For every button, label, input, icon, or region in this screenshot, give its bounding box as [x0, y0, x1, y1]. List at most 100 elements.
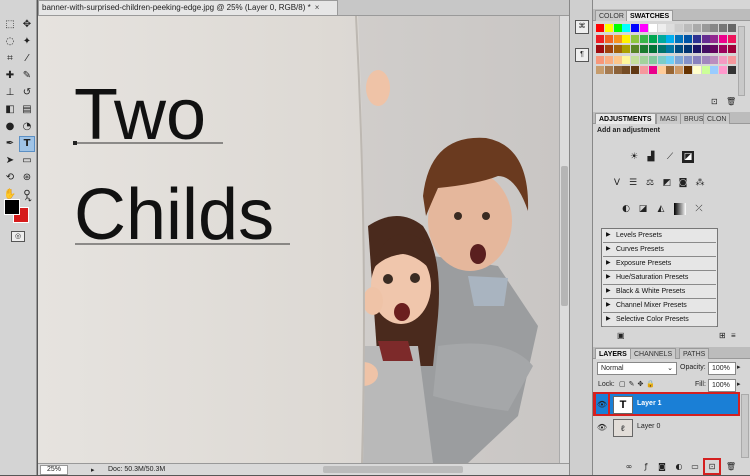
color-swatch[interactable]	[719, 24, 728, 32]
color-swatch[interactable]	[648, 55, 657, 64]
move-tool-icon[interactable]: ✥	[20, 18, 34, 32]
color-swatch[interactable]	[710, 34, 719, 43]
foreground-color-swatch[interactable]	[4, 199, 20, 215]
tab-swatches[interactable]: SWATCHES	[626, 10, 674, 21]
eyedropper-icon[interactable]: ⁄	[20, 52, 34, 66]
gradient-map-icon[interactable]	[674, 203, 686, 215]
color-swatch[interactable]	[684, 34, 692, 43]
color-swatch[interactable]	[728, 66, 736, 74]
color-swatch[interactable]	[675, 55, 684, 64]
eraser-tool-icon[interactable]: ◧	[3, 103, 17, 117]
color-swatch[interactable]	[596, 24, 604, 32]
color-swatch[interactable]	[613, 66, 622, 74]
canvas-text-childs[interactable]: Childs	[74, 179, 274, 251]
canvas-text-two[interactable]: Two	[74, 79, 206, 151]
black-white-icon[interactable]: ◩	[661, 177, 673, 189]
swatches-scrollbar[interactable]	[738, 26, 745, 96]
color-swatch[interactable]	[675, 24, 684, 32]
color-swatch[interactable]	[640, 66, 648, 74]
type-tool-icon[interactable]: T	[19, 136, 35, 152]
opacity-field[interactable]: 100%	[708, 362, 736, 375]
layer-preview-icon[interactable]: ▣	[617, 331, 625, 340]
color-swatch[interactable]	[701, 66, 710, 74]
color-swatch[interactable]	[692, 55, 701, 64]
horizontal-scroll-thumb[interactable]	[323, 466, 463, 473]
color-swatch[interactable]	[692, 45, 701, 53]
vibrance-icon[interactable]: V	[611, 177, 623, 189]
color-swatch[interactable]	[631, 24, 640, 32]
color-swatch[interactable]	[684, 66, 692, 74]
brightness-contrast-icon[interactable]: ☀	[628, 151, 640, 163]
color-swatch[interactable]	[657, 55, 666, 64]
delete-swatch-icon[interactable]: 🗑	[726, 97, 736, 106]
color-swatch[interactable]	[622, 66, 631, 74]
color-swatch[interactable]	[719, 55, 728, 64]
color-swatch[interactable]	[657, 34, 666, 43]
preset-hue-saturation[interactable]: ▶ Hue/Saturation Presets	[603, 271, 716, 285]
layer-name[interactable]: Layer 0	[637, 423, 660, 430]
zoom-field[interactable]: 25%	[40, 465, 68, 475]
color-swatch[interactable]	[692, 66, 701, 74]
color-swatch[interactable]	[640, 55, 648, 64]
color-swatch[interactable]	[604, 66, 613, 74]
preset-curves[interactable]: ▶ Curves Presets	[603, 243, 716, 257]
color-swatch[interactable]	[684, 55, 692, 64]
preset-exposure[interactable]: ▶ Exposure Presets	[603, 257, 716, 271]
crop-tool-icon[interactable]: ⌗	[3, 52, 17, 66]
color-swatch[interactable]	[719, 45, 728, 53]
color-swatch[interactable]	[604, 55, 613, 64]
clone-stamp-icon[interactable]: ⊥	[3, 86, 17, 100]
invert-icon[interactable]: ◐	[620, 203, 632, 215]
color-swatch[interactable]	[710, 45, 719, 53]
character-panel-icon[interactable]: ¶	[575, 48, 589, 62]
marquee-tool-icon[interactable]: ⬚	[3, 18, 17, 32]
blend-mode-select[interactable]: Normal ⌄	[597, 362, 677, 375]
color-swatch[interactable]	[648, 45, 657, 53]
color-swatch[interactable]	[719, 34, 728, 43]
color-swatch[interactable]	[666, 34, 675, 43]
camera-icon[interactable]: ⊞	[719, 331, 726, 340]
3d-rotate-icon[interactable]: ⟲	[3, 171, 17, 185]
color-swatch[interactable]	[728, 45, 736, 53]
dodge-tool-icon[interactable]: ◔	[20, 120, 34, 134]
color-swatch[interactable]	[684, 45, 692, 53]
color-swatch[interactable]	[613, 45, 622, 53]
color-swatch[interactable]	[631, 34, 640, 43]
color-swatch[interactable]	[719, 66, 728, 74]
color-swatch[interactable]	[613, 55, 622, 64]
vertical-scroll-thumb[interactable]	[561, 166, 568, 306]
color-swatch[interactable]	[622, 34, 631, 43]
swatches-grid[interactable]	[596, 24, 736, 78]
preset-levels[interactable]: ▶ Levels Presets	[603, 229, 716, 243]
color-swatch[interactable]	[728, 24, 736, 32]
link-layers-icon[interactable]: ∞	[623, 461, 635, 473]
color-swatch[interactable]	[631, 66, 640, 74]
color-swatch[interactable]	[701, 55, 710, 64]
layer-mask-icon[interactable]: ◙	[656, 461, 668, 473]
color-swatch[interactable]	[604, 24, 613, 32]
gradient-tool-icon[interactable]: ▤	[20, 103, 34, 117]
pen-tool-icon[interactable]: ✒	[3, 137, 17, 151]
color-swatch[interactable]	[710, 24, 719, 32]
color-swatch[interactable]	[648, 24, 657, 32]
selective-color-icon[interactable]: ⤫	[693, 203, 705, 215]
vertical-scrollbar[interactable]	[559, 16, 569, 463]
color-swatch[interactable]	[666, 55, 675, 64]
quick-mask-icon[interactable]: ◎	[11, 231, 25, 242]
adjustment-layer-icon[interactable]: ◐	[673, 461, 685, 473]
color-swatch[interactable]	[728, 55, 736, 64]
3d-orbit-icon[interactable]: ⊛	[20, 171, 34, 185]
color-balance-icon[interactable]: ⚖	[644, 177, 656, 189]
channel-mixer-icon[interactable]: ⁂	[694, 177, 706, 189]
color-swatch[interactable]	[640, 34, 648, 43]
color-swatch[interactable]	[622, 24, 631, 32]
opacity-arrow-icon[interactable]: ▸	[737, 363, 741, 371]
color-swatch[interactable]	[596, 34, 604, 43]
color-swatch[interactable]	[666, 24, 675, 32]
preset-black-white[interactable]: ▶ Black & White Presets	[603, 285, 716, 299]
lock-icons[interactable]: ▢✎✥🔒	[619, 380, 658, 388]
rectangle-shape-icon[interactable]: ▭	[20, 154, 34, 168]
brush-tool-icon[interactable]: ✎	[20, 69, 34, 83]
color-swatch[interactable]	[657, 66, 666, 74]
new-swatch-icon[interactable]: ⊡	[711, 97, 718, 106]
